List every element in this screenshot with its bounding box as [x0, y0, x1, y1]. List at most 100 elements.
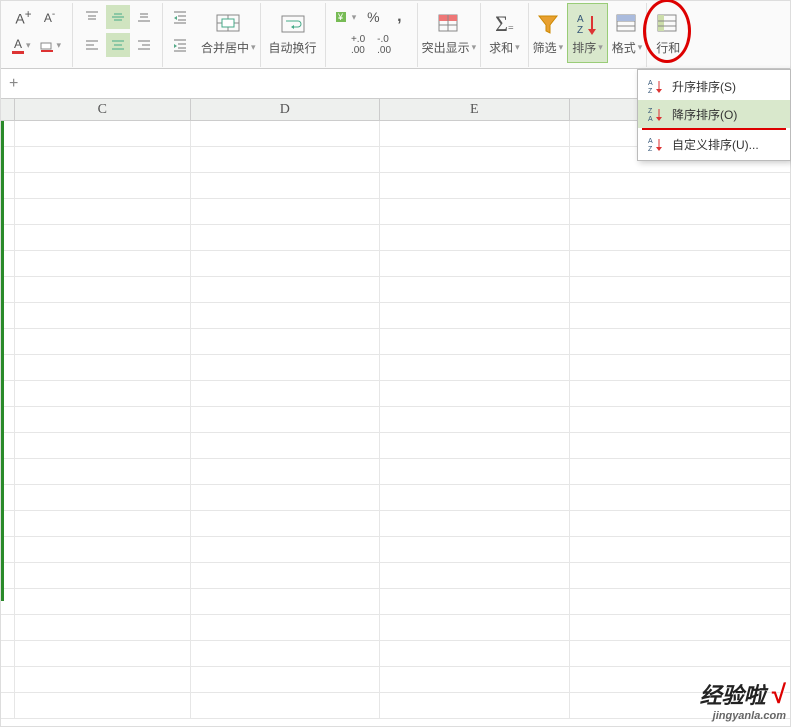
cell[interactable] [191, 693, 381, 719]
cell[interactable] [570, 303, 790, 329]
filter-button[interactable]: 筛选▾ [529, 3, 568, 63]
cell[interactable] [191, 589, 381, 615]
cell[interactable] [15, 251, 191, 277]
cell[interactable] [380, 459, 570, 485]
cell[interactable] [15, 667, 191, 693]
cell[interactable] [1, 693, 15, 719]
cell[interactable] [15, 381, 191, 407]
cell[interactable] [191, 381, 381, 407]
wrap-text-button[interactable]: 自动换行 [265, 3, 321, 63]
align-center-button[interactable] [106, 33, 130, 57]
cell[interactable] [191, 173, 381, 199]
sort-custom-item[interactable]: AZ 自定义排序(U)... [638, 130, 790, 158]
percent-button[interactable]: % [361, 5, 385, 29]
cell[interactable] [191, 121, 381, 147]
cell[interactable] [380, 667, 570, 693]
cell[interactable] [191, 225, 381, 251]
cell[interactable] [191, 641, 381, 667]
cell[interactable] [380, 225, 570, 251]
cell[interactable] [380, 615, 570, 641]
cell[interactable] [15, 589, 191, 615]
cell[interactable] [191, 511, 381, 537]
sort-ascending-item[interactable]: AZ 升序排序(S) [638, 72, 790, 100]
cell[interactable] [380, 329, 570, 355]
cell[interactable] [15, 407, 191, 433]
cell[interactable] [191, 459, 381, 485]
cell[interactable] [380, 199, 570, 225]
cell[interactable] [380, 147, 570, 173]
cell[interactable] [380, 303, 570, 329]
increase-font-button[interactable]: A+ [12, 5, 36, 29]
cell[interactable] [15, 511, 191, 537]
cell[interactable] [191, 251, 381, 277]
increase-decimal-button[interactable]: +.0.00 [346, 33, 370, 57]
cell[interactable] [191, 667, 381, 693]
cell[interactable] [15, 537, 191, 563]
cell[interactable] [570, 355, 790, 381]
cell[interactable] [380, 589, 570, 615]
cell[interactable] [570, 251, 790, 277]
clear-format-button[interactable]: ▾ [36, 33, 65, 57]
cell[interactable] [15, 563, 191, 589]
cell[interactable] [380, 277, 570, 303]
cell[interactable] [570, 563, 790, 589]
cell[interactable] [570, 589, 790, 615]
cell[interactable] [570, 433, 790, 459]
cell[interactable] [380, 641, 570, 667]
decrease-font-button[interactable]: A- [38, 5, 62, 29]
cell[interactable] [570, 511, 790, 537]
cell[interactable] [15, 459, 191, 485]
cell[interactable] [15, 433, 191, 459]
font-color-button[interactable]: A▾ [9, 33, 34, 57]
cell[interactable] [15, 225, 191, 251]
merge-cells-button[interactable]: 合并居中▾ [197, 3, 260, 63]
cell[interactable] [380, 433, 570, 459]
decrease-decimal-button[interactable]: -.0.00 [372, 33, 396, 57]
cell[interactable] [380, 407, 570, 433]
cell[interactable] [380, 563, 570, 589]
cell[interactable] [15, 173, 191, 199]
grid[interactable]: // placeholder so structure exists befor… [1, 121, 790, 719]
cell[interactable] [191, 329, 381, 355]
sort-button[interactable]: AZ 排序▾ [567, 3, 608, 63]
align-top-button[interactable] [80, 5, 104, 29]
cell[interactable] [570, 329, 790, 355]
cell[interactable] [570, 381, 790, 407]
cell[interactable] [380, 173, 570, 199]
cell[interactable] [570, 485, 790, 511]
cell[interactable] [380, 251, 570, 277]
cell[interactable] [191, 199, 381, 225]
cell[interactable] [191, 355, 381, 381]
cell[interactable] [380, 693, 570, 719]
cell[interactable] [191, 563, 381, 589]
cell[interactable] [570, 537, 790, 563]
cell[interactable] [570, 225, 790, 251]
cell[interactable] [570, 641, 790, 667]
cell[interactable] [15, 641, 191, 667]
cell[interactable] [570, 199, 790, 225]
cell[interactable] [380, 381, 570, 407]
cell[interactable] [15, 121, 191, 147]
align-left-button[interactable] [80, 33, 104, 57]
cell[interactable] [15, 303, 191, 329]
cell[interactable] [570, 667, 790, 693]
align-bottom-button[interactable] [132, 5, 156, 29]
decrease-indent-button[interactable] [168, 5, 192, 29]
cell[interactable] [380, 485, 570, 511]
currency-button[interactable]: ¥▾ [331, 5, 360, 29]
cell[interactable] [191, 485, 381, 511]
cell[interactable] [191, 433, 381, 459]
cell[interactable] [15, 615, 191, 641]
highlight-button[interactable]: 突出显示▾ [418, 3, 481, 63]
align-middle-button[interactable] [106, 5, 130, 29]
cell[interactable] [570, 615, 790, 641]
cell[interactable] [191, 277, 381, 303]
cell[interactable] [191, 537, 381, 563]
cell[interactable] [570, 459, 790, 485]
increase-indent-button[interactable] [168, 33, 192, 57]
cell[interactable] [1, 615, 15, 641]
sort-descending-item[interactable]: ZA 降序排序(O) [638, 100, 790, 128]
cell[interactable] [570, 407, 790, 433]
cell[interactable] [380, 511, 570, 537]
col-header-e[interactable]: E [380, 99, 570, 120]
